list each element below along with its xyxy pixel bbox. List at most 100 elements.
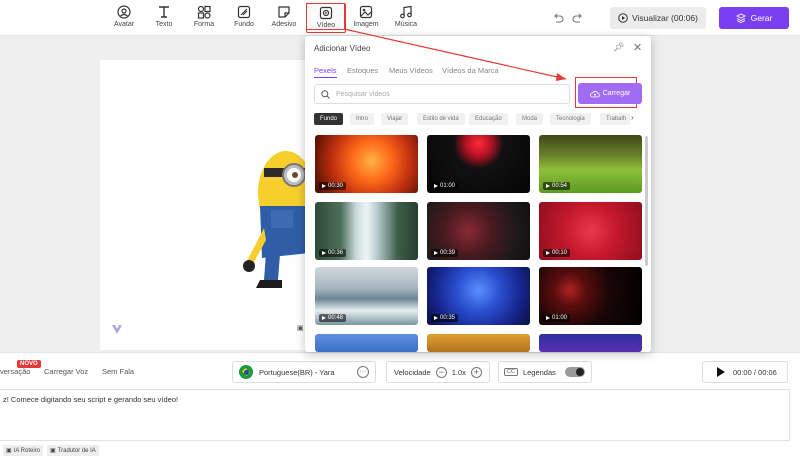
- canvas-resize-handle[interactable]: ▣: [297, 324, 304, 332]
- ai-translator-button[interactable]: ▣ Tradutor de IA: [47, 445, 99, 456]
- upload-button[interactable]: Carregar: [578, 83, 642, 104]
- more-options-icon[interactable]: ···: [357, 366, 369, 378]
- subtitles-label: Legendas: [522, 367, 556, 377]
- toolbar-sticker-label: Adesivo: [271, 21, 297, 28]
- category-lifestyle[interactable]: Estilo de vida: [417, 113, 465, 125]
- speed-label: Velocidade: [394, 367, 431, 377]
- duration-text: 00:48: [328, 315, 344, 321]
- video-thumbnail[interactable]: 00:30: [315, 135, 418, 193]
- video-thumbnail[interactable]: 00:48: [315, 267, 418, 325]
- duration-badge: 00:54: [543, 182, 571, 190]
- play-icon: [322, 316, 326, 320]
- script-input[interactable]: z! Comece digitando seu script e gerando…: [0, 389, 790, 441]
- popup-scrollbar[interactable]: [645, 136, 648, 266]
- video-thumbnail[interactable]: 01:00: [539, 267, 642, 325]
- toolbar-text-label: Texto: [155, 21, 173, 28]
- image-icon: [359, 5, 373, 19]
- tab-my-videos[interactable]: Meus Vídeos: [389, 66, 433, 75]
- preview-icon: [618, 13, 628, 23]
- duration-text: 01:00: [440, 183, 456, 189]
- player-time: 00:00 / 00:06: [733, 367, 777, 377]
- toolbar-text[interactable]: Texto: [144, 3, 184, 33]
- duration-badge: 01:00: [431, 182, 459, 190]
- tab-upload-voice[interactable]: Carregar Voz: [44, 367, 88, 376]
- voice-label: Portuguese(BR) - Yara: [259, 367, 335, 377]
- video-thumbnail[interactable]: 00:36: [315, 202, 418, 260]
- generate-button[interactable]: Gerar: [719, 7, 789, 29]
- ai-translator-label: Tradutor de IA: [57, 447, 96, 454]
- video-thumbnail[interactable]: [539, 334, 642, 352]
- undo-icon[interactable]: [552, 12, 564, 24]
- preview-label: Visualizar (00:06): [632, 13, 698, 23]
- video-thumbnail[interactable]: 00:10: [539, 202, 642, 260]
- category-intro[interactable]: Intro: [350, 113, 375, 125]
- speed-decrease-button[interactable]: −: [435, 366, 447, 378]
- avatar-icon: [117, 5, 131, 19]
- toolbar-music[interactable]: Música: [386, 3, 426, 33]
- toolbar-music-label: Música: [394, 21, 418, 28]
- category-background[interactable]: Fundo: [314, 113, 344, 125]
- category-travel[interactable]: Viajar: [381, 113, 409, 125]
- chevron-right-icon[interactable]: ›: [631, 113, 634, 122]
- toolbar-avatar[interactable]: Avatar: [104, 3, 144, 33]
- tab-brand-videos[interactable]: Vídeos da Marca: [442, 66, 499, 75]
- video-thumbnail[interactable]: 00:54: [539, 135, 642, 193]
- speed-value: 1.0x: [451, 367, 466, 377]
- upload-label: Carregar: [602, 90, 631, 97]
- ai-script-button[interactable]: ▣ IA Roteiro: [3, 445, 44, 456]
- tab-no-speech[interactable]: Sem Fala: [102, 367, 134, 376]
- play-icon: [434, 316, 438, 320]
- search-input[interactable]: Pesquisar vídeos: [314, 84, 570, 104]
- duration-text: 01:00: [552, 315, 568, 321]
- duration-text: 00:39: [440, 250, 456, 256]
- tab-pexels[interactable]: Pexels: [314, 66, 337, 78]
- redo-icon[interactable]: [572, 12, 584, 24]
- category-technology[interactable]: Tecnologia: [550, 113, 591, 125]
- ai-script-icon: ▣: [6, 448, 12, 454]
- play-icon: [546, 251, 550, 255]
- play-icon: [434, 184, 438, 188]
- video-thumbnail[interactable]: 00:39: [427, 202, 530, 260]
- close-icon[interactable]: ✕: [633, 41, 642, 54]
- voice-select[interactable]: Portuguese(BR) - Yara ···: [232, 361, 376, 383]
- duration-badge: 00:35: [431, 314, 459, 322]
- toolbar-shape[interactable]: Forma: [184, 3, 224, 33]
- video-thumbnail[interactable]: [315, 334, 418, 352]
- tab-stock[interactable]: Estoques: [347, 66, 378, 75]
- subtitles-control: CC Legendas: [498, 361, 592, 383]
- cloud-upload-icon: [589, 90, 600, 97]
- duration-badge: 01:00: [543, 314, 571, 322]
- duration-badge: 00:30: [319, 182, 347, 190]
- speed-increase-button[interactable]: +: [470, 366, 482, 378]
- toolbar-shape-label: Forma: [193, 21, 215, 28]
- watermark-logo-icon: [112, 325, 122, 334]
- toolbar-image[interactable]: Imagem: [346, 3, 386, 33]
- duration-text: 00:10: [552, 250, 568, 256]
- play-icon: [322, 184, 326, 188]
- minion-avatar[interactable]: [236, 148, 306, 298]
- video-thumbnail[interactable]: [427, 334, 530, 352]
- ai-translator-icon: ▣: [50, 448, 56, 454]
- video-tool-highlight: [306, 3, 345, 30]
- category-education[interactable]: Educação: [469, 113, 508, 125]
- category-fashion[interactable]: Moda: [516, 113, 544, 125]
- video-thumbnail[interactable]: 01:00: [427, 135, 530, 193]
- preview-button[interactable]: Visualizar (00:06): [610, 7, 706, 29]
- duration-text: 00:30: [328, 183, 344, 189]
- search-placeholder: Pesquisar vídeos: [336, 90, 390, 98]
- background-icon: [237, 5, 251, 19]
- pin-icon[interactable]: 📌︎: [613, 42, 624, 53]
- play-icon: [546, 316, 550, 320]
- script-text: z! Comece digitando seu script e gerando…: [3, 395, 179, 404]
- tab-conversation[interactable]: versação: [0, 367, 30, 376]
- duration-text: 00:36: [328, 250, 344, 256]
- toolbar-sticker[interactable]: Adesivo: [264, 3, 304, 33]
- toolbar-background[interactable]: Fundo: [224, 3, 264, 33]
- subtitles-toggle[interactable]: [565, 367, 585, 377]
- toolbar-image-label: Imagem: [353, 21, 379, 28]
- play-icon: [434, 251, 438, 255]
- category-work[interactable]: Trabalh: [600, 113, 630, 125]
- video-thumbnail[interactable]: 00:35: [427, 267, 530, 325]
- play-icon[interactable]: [717, 367, 725, 377]
- brazil-flag-icon: [239, 365, 253, 379]
